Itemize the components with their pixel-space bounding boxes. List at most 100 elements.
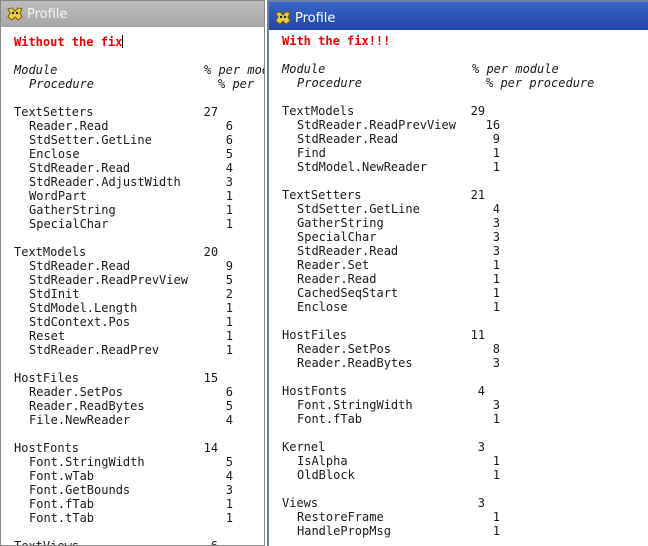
module-name: TextSetters [282,188,362,202]
profile-window-with-fix[interactable]: Profile With the fix!!! Module Procedure % … [267,0,648,546]
procedure-percent: 1 [492,286,501,300]
procedure-percent: 2 [225,287,234,301]
title-bar[interactable]: Profile [1,1,264,27]
procedure-name: StdReader.ReadPrevView [297,118,456,132]
procedure-name: Reader.ReadBytes [29,399,145,413]
procedure-name: CachedSeqStart [297,286,399,300]
column-header-module: Module [14,63,58,77]
module-name: HostFonts [14,441,80,455]
module-name: Views [282,496,319,510]
procedure-name: StdReader.Read [297,132,399,146]
report-heading: With the fix!!! [282,34,391,48]
procedure-name: RestoreFrame [297,510,384,524]
module-percent: 29 [470,104,486,118]
title-bar[interactable]: Profile [269,2,648,30]
procedure-name: Enclose [29,147,80,161]
module-percent: 27 [203,105,219,119]
procedure-percent: 8 [492,342,501,356]
procedure-percent: 1 [492,412,501,426]
procedure-name: Reader.Set [297,258,370,272]
procedure-percent: 9 [225,259,234,273]
procedure-name: StdModel.NewReader [297,160,428,174]
column-header-pct-procedure: % per [218,77,255,91]
column-header-procedure: Procedure [29,77,95,91]
procedure-percent: 9 [492,132,501,146]
module-name: HostFonts [282,384,348,398]
procedure-percent: 1 [492,258,501,272]
procedure-name: SpecialChar [297,230,377,244]
procedure-name: GatherString [297,216,384,230]
procedure-name: GatherString [29,203,116,217]
report-heading: Without the fix [14,35,124,49]
module-percent: 15 [203,371,219,385]
app-icon [7,7,23,21]
procedure-percent: 5 [225,399,234,413]
procedure-percent: 16 [485,118,501,132]
column-header-pct-module: % per module [472,62,559,76]
profile-window-without-fix[interactable]: Profile Without the fix Module Procedure % … [0,0,265,546]
module-name: TextModels [282,104,355,118]
module-percent: 4 [477,384,486,398]
procedure-percent: 6 [225,133,234,147]
procedure-percent: 1 [225,315,234,329]
procedure-percent: 1 [225,301,234,315]
module-percent: 21 [470,188,486,202]
procedure-name: Reset [29,329,66,343]
procedure-name: Font.tTab [29,511,95,525]
procedure-name: Reader.ReadBytes [297,356,413,370]
procedure-percent: 5 [225,147,234,161]
procedure-name: OldBlock [297,468,355,482]
procedure-percent: 1 [492,160,501,174]
procedure-name: StdReader.AdjustWidth [29,175,181,189]
procedure-percent: 1 [225,343,234,357]
procedure-name: StdContext.Pos [29,315,131,329]
module-name: HostFiles [14,371,80,385]
procedure-percent: 3 [492,398,501,412]
procedure-percent: 1 [225,217,234,231]
procedure-percent: 1 [225,329,234,343]
module-percent: 14 [203,441,219,455]
module-percent: 20 [203,245,219,259]
procedure-name: StdReader.Read [29,161,131,175]
procedure-name: StdReader.Read [297,244,399,258]
procedure-percent: 3 [225,483,234,497]
procedure-percent: 4 [225,161,234,175]
procedure-name: StdSetter.GetLine [29,133,152,147]
procedure-name: Reader.Read [29,119,109,133]
window-title: Profile [295,10,336,26]
procedure-percent: 3 [225,175,234,189]
procedure-percent: 3 [492,230,501,244]
procedure-percent: 1 [492,468,501,482]
module-name: Kernel [282,440,326,454]
procedure-percent: 6 [225,119,234,133]
procedure-percent: 1 [225,189,234,203]
profile-report: Without the fix ModuleProcedure % per modu… [1,29,264,545]
procedure-name: StdModel.Length [29,301,138,315]
column-header-pct-procedure: % per procedure [486,76,595,90]
procedure-percent: 1 [492,524,501,538]
procedure-name: Reader.Read [297,272,377,286]
module-percent: 6 [210,539,219,546]
procedure-percent: 1 [225,497,234,511]
procedure-percent: 5 [225,273,234,287]
procedure-percent: 6 [225,385,234,399]
procedure-percent: 1 [492,510,501,524]
procedure-name: StdSetter.GetLine [297,202,420,216]
module-name: TextSetters [14,105,94,119]
procedure-name: Font.fTab [29,497,95,511]
procedure-name: Enclose [297,300,348,314]
module-name: TextModels [14,245,87,259]
column-header-pct-module: % per modu [204,63,264,77]
procedure-name: Find [297,146,326,160]
procedure-percent: 4 [225,413,234,427]
procedure-percent: 1 [492,300,501,314]
procedure-name: StdReader.ReadPrev [29,343,160,357]
procedure-name: Font.fTab [297,412,363,426]
procedure-percent: 3 [492,244,501,258]
procedure-name: Reader.SetPos [297,342,391,356]
procedure-name: StdInit [29,287,80,301]
procedure-percent: 1 [492,454,501,468]
column-header-procedure: Procedure [297,76,363,90]
procedure-percent: 1 [492,146,501,160]
procedure-name: StdReader.Read [29,259,131,273]
